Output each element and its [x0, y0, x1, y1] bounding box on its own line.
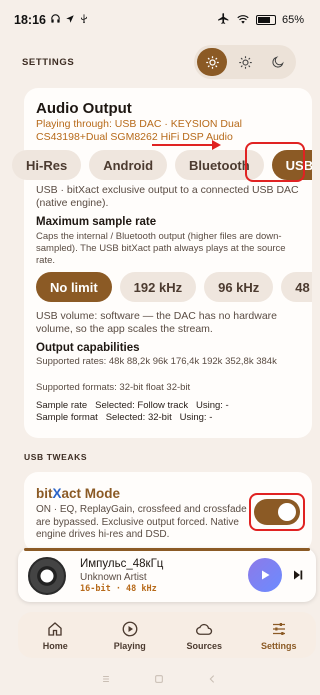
cloud-icon: [196, 623, 213, 635]
bitxact-description: ON · EQ, ReplayGain, crossfeed and cross…: [36, 504, 247, 540]
battery-icon: [255, 15, 276, 25]
usb-volume-text: USB volume: software — the DAC has no ha…: [36, 310, 278, 335]
play-button[interactable]: [248, 558, 282, 592]
nav-settings-label: Settings: [260, 640, 297, 651]
sliders-icon: [272, 622, 285, 635]
rate-chip-row: No limit 192 kHz 96 kHz 48 kHz: [36, 272, 312, 302]
system-nav-bar: [0, 665, 318, 695]
nav-home-label: Home: [42, 640, 68, 651]
nav-home[interactable]: Home: [18, 612, 93, 658]
wifi-icon: [236, 13, 250, 28]
usb-description: USB · bitXact exclusive output to a conn…: [36, 184, 299, 209]
track-title: Импульс_48кГц: [80, 558, 164, 570]
supported-rates: Supported rates: 48k 88,2k 96k 176,4k 19…: [36, 356, 277, 367]
max-rate-title: Maximum sample rate: [36, 216, 157, 228]
nav-sources[interactable]: Sources: [167, 612, 242, 658]
audio-output-card: Audio Output Playing through: USB DAC · …: [12, 88, 312, 438]
usb-chip-highlight: [245, 142, 305, 182]
nav-settings[interactable]: Settings: [242, 612, 317, 658]
nav-playing-label: Playing: [113, 640, 146, 651]
chip-hi-res[interactable]: Hi-Res: [12, 150, 82, 180]
nav-playing[interactable]: Playing: [93, 612, 168, 658]
sample-format-line: Sample format Selected: 32-bit Using: -: [36, 412, 213, 423]
moon-icon: [272, 56, 284, 68]
annotation-arrow-head: [212, 140, 221, 150]
max-rate-description: Caps the internal / Bluetooth output (hi…: [36, 231, 286, 266]
gear-sun-icon: [205, 55, 219, 69]
recents-icon[interactable]: [101, 674, 111, 687]
sample-rate-line: Sample rate Selected: Follow track Using…: [36, 400, 229, 411]
capabilities-title: Output capabilities: [36, 342, 140, 354]
chip-48khz[interactable]: 48 kHz: [281, 272, 312, 302]
theme-toggle: [194, 45, 296, 79]
light-theme-button[interactable]: [230, 48, 260, 76]
sun-icon: [238, 55, 252, 69]
next-button[interactable]: [288, 565, 308, 585]
playing-through-text: Playing through: USB DAC · KEYSION Dual …: [36, 118, 243, 143]
navigation-arrow-icon: [65, 13, 75, 27]
bitxact-title: bitXact Mode: [36, 486, 121, 501]
skip-next-icon: [294, 570, 303, 580]
nav-sources-label: Sources: [186, 640, 223, 651]
chip-android[interactable]: Android: [89, 150, 168, 180]
play-icon: [262, 570, 270, 580]
chip-no-limit[interactable]: No limit: [36, 272, 112, 302]
supported-formats: Supported formats: 32-bit float 32-bit: [36, 382, 191, 393]
chip-192khz[interactable]: 192 kHz: [119, 272, 197, 302]
track-artist: Unknown Artist: [80, 572, 147, 583]
usb-icon: [79, 13, 89, 27]
play-circle-icon: [122, 621, 138, 636]
airplane-icon: [217, 12, 230, 28]
back-icon[interactable]: [207, 674, 217, 687]
status-bar: 18:16 65%: [0, 0, 318, 40]
annotation-arrow: [152, 144, 214, 146]
settings-header: SETTINGS: [0, 44, 318, 80]
album-art: [28, 557, 66, 595]
home-icon: [48, 621, 62, 636]
audio-output-title: Audio Output: [36, 100, 132, 117]
toggle-highlight: [249, 493, 305, 531]
auto-theme-button[interactable]: [197, 48, 227, 76]
status-time: 18:16: [14, 13, 46, 27]
battery-level: 65%: [281, 14, 304, 26]
page-title: SETTINGS: [22, 56, 75, 68]
chip-96khz[interactable]: 96 kHz: [204, 272, 274, 302]
mini-player[interactable]: Импульс_48кГц Unknown Artist 16-bit · 48…: [18, 548, 316, 602]
track-quality: 16-bit · 48 kHz: [80, 584, 157, 594]
home-square-icon[interactable]: [154, 674, 164, 687]
progress-bar: [24, 548, 310, 551]
bottom-nav: Home Playing Sources Settings: [18, 612, 316, 658]
headphones-icon: [50, 13, 61, 27]
usb-tweaks-section-title: USB TWEAKS: [24, 452, 88, 462]
dark-theme-button[interactable]: [263, 48, 293, 76]
